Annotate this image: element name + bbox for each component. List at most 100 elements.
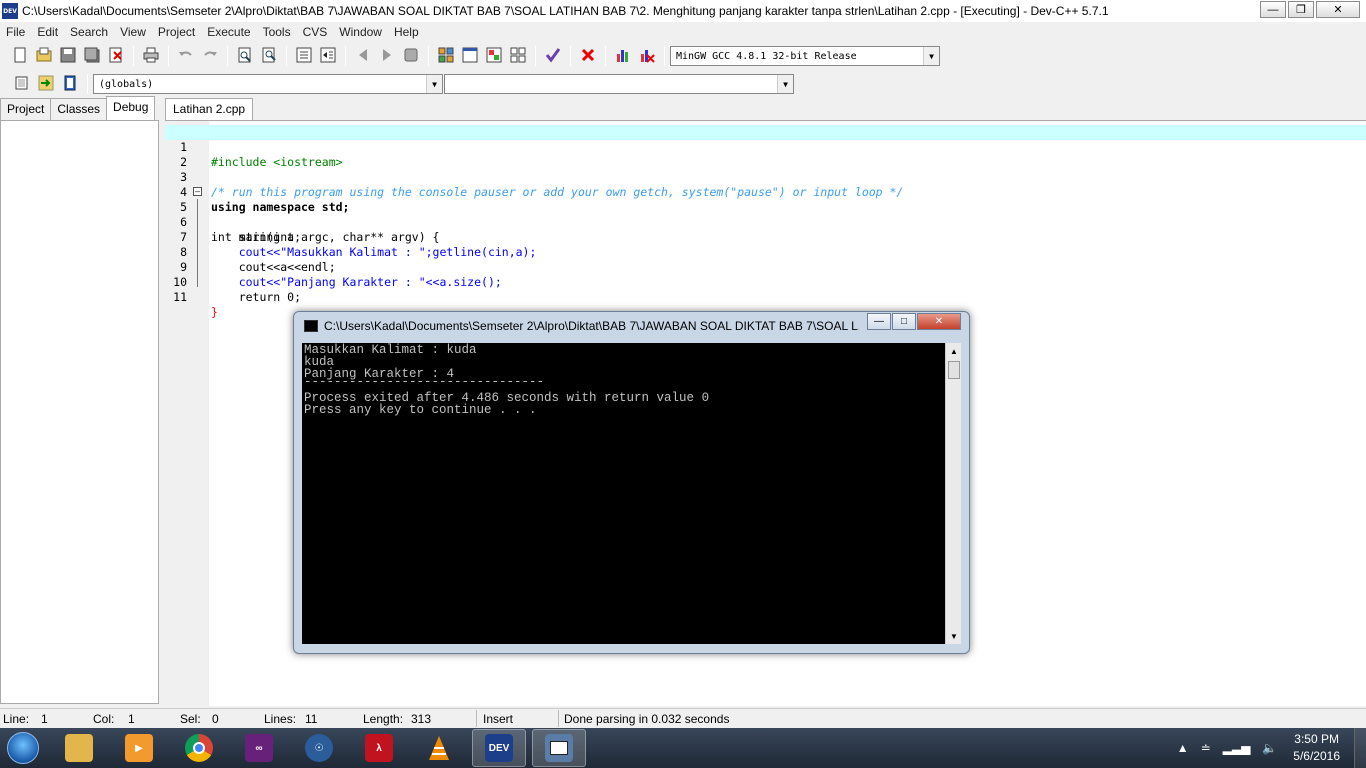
menu-help[interactable]: Help bbox=[388, 25, 425, 39]
toggle-fullscreen-button[interactable] bbox=[460, 46, 480, 66]
stop-execution-button[interactable] bbox=[578, 46, 598, 66]
code-line[interactable]: 10 return 0; bbox=[165, 260, 1366, 304]
menu-file[interactable]: File bbox=[0, 25, 31, 39]
taskbar-pdf-reader[interactable]: λ bbox=[352, 729, 406, 767]
insert-button[interactable] bbox=[12, 74, 32, 94]
show-desktop-button[interactable] bbox=[1354, 728, 1366, 768]
goto-line-button[interactable] bbox=[401, 46, 421, 66]
scope-select[interactable]: (globals) ▼ bbox=[93, 74, 443, 94]
console-maximize-button[interactable]: □ bbox=[892, 313, 916, 330]
taskbar-devcpp[interactable]: DEV bbox=[472, 729, 526, 767]
project-options-button[interactable] bbox=[484, 46, 504, 66]
taskbar-chrome[interactable] bbox=[172, 729, 226, 767]
menu-bar: File Edit Search View Project Execute To… bbox=[0, 22, 1366, 42]
toolbar-separator bbox=[227, 46, 228, 66]
open-file-button[interactable] bbox=[34, 46, 54, 66]
save-all-icon bbox=[84, 47, 100, 66]
compiler-select[interactable]: MinGW GCC 4.8.1 32-bit Release ▼ bbox=[670, 46, 940, 66]
code-line[interactable]: 2 bbox=[165, 140, 1366, 169]
symbol-select[interactable]: ▼ bbox=[444, 74, 794, 94]
minimize-button[interactable]: — bbox=[1260, 1, 1286, 18]
clock[interactable]: 3:50 PM 5/6/2016 bbox=[1293, 731, 1340, 765]
clock-time: 3:50 PM bbox=[1294, 732, 1339, 746]
syntax-check-button[interactable] bbox=[543, 46, 563, 66]
taskbar-media-player[interactable]: ▶ bbox=[112, 729, 166, 767]
menu-window[interactable]: Window bbox=[333, 25, 388, 39]
scroll-down-icon[interactable]: ▼ bbox=[946, 628, 962, 644]
menu-execute[interactable]: Execute bbox=[201, 25, 256, 39]
menu-edit[interactable]: Edit bbox=[31, 25, 64, 39]
find-icon bbox=[237, 47, 253, 66]
redo-button[interactable] bbox=[200, 46, 220, 66]
menu-tools[interactable]: Tools bbox=[257, 25, 297, 39]
find-button[interactable] bbox=[235, 46, 255, 66]
taskbar-visual-studio[interactable]: ∞ bbox=[232, 729, 286, 767]
taskbar-console[interactable] bbox=[532, 729, 586, 767]
code-line[interactable]: 9 cout<<"Panjang Karakter : "<<a.size(); bbox=[165, 245, 1366, 289]
taskbar-explorer[interactable] bbox=[52, 729, 106, 767]
console-scrollbar[interactable]: ▲ ▼ bbox=[945, 343, 961, 644]
tab-classes[interactable]: Classes bbox=[50, 98, 108, 120]
menu-view[interactable]: View bbox=[114, 25, 152, 39]
toggle-bookmark-button[interactable] bbox=[353, 46, 373, 66]
new-file-button[interactable] bbox=[10, 46, 30, 66]
indent-button[interactable] bbox=[294, 46, 314, 66]
close-button[interactable]: ✕ bbox=[1316, 1, 1360, 18]
save-all-button[interactable] bbox=[82, 46, 102, 66]
print-button[interactable] bbox=[141, 46, 161, 66]
chevron-down-icon[interactable]: ▼ bbox=[426, 75, 442, 93]
devcpp-app-icon[interactable]: DEV bbox=[2, 3, 18, 19]
code-line[interactable]: 3 /* run this program using the console … bbox=[165, 155, 1366, 199]
left-panel-tabs: Project Classes Debug bbox=[0, 96, 160, 120]
tab-latihan-2-cpp[interactable]: Latihan 2.cpp bbox=[165, 98, 254, 120]
code-line[interactable]: 11 } bbox=[165, 275, 1366, 319]
menu-project[interactable]: Project bbox=[152, 25, 201, 39]
toolbar-separator bbox=[87, 74, 88, 94]
visual-studio-icon: ∞ bbox=[245, 734, 273, 762]
menu-cvs[interactable]: CVS bbox=[297, 25, 334, 39]
undo-button[interactable] bbox=[176, 46, 196, 66]
class-browser-button[interactable] bbox=[508, 46, 528, 66]
taskbar-network[interactable]: ☉ bbox=[292, 729, 346, 767]
goto-declaration-button[interactable] bbox=[36, 74, 56, 94]
volume-icon[interactable]: 🔈 bbox=[1262, 741, 1277, 755]
code-line[interactable]: 7 cout<<"Masukkan Kalimat : ";getline(ci… bbox=[165, 215, 1366, 259]
goto-definition-button[interactable] bbox=[60, 74, 80, 94]
save-button[interactable] bbox=[58, 46, 78, 66]
maximize-button[interactable]: ❐ bbox=[1288, 1, 1314, 18]
goto-bookmark-button[interactable] bbox=[377, 46, 397, 66]
close-file-button[interactable] bbox=[106, 46, 126, 66]
scroll-up-icon[interactable]: ▲ bbox=[946, 343, 962, 359]
code-line[interactable]: 5 – int main(int argc, char** argv) { bbox=[165, 185, 1366, 244]
console-window[interactable]: C:\Users\Kadal\Documents\Semseter 2\Alpr… bbox=[293, 311, 970, 654]
new-project-button[interactable] bbox=[436, 46, 456, 66]
chevron-down-icon[interactable]: ▼ bbox=[923, 47, 939, 65]
console-minimize-button[interactable]: — bbox=[867, 313, 891, 330]
code-line[interactable]: 1 #include <iostream> bbox=[165, 125, 1366, 169]
red-x-icon bbox=[580, 47, 596, 66]
fold-collapse-icon[interactable]: – bbox=[193, 187, 202, 196]
wifi-icon[interactable]: ≐ bbox=[1201, 741, 1211, 755]
editor-tabs: Latihan 2.cpp bbox=[165, 98, 254, 120]
toolbar-separator bbox=[133, 46, 134, 66]
console-title-bar[interactable]: C:\Users\Kadal\Documents\Semseter 2\Alpr… bbox=[294, 312, 969, 340]
tab-debug[interactable]: Debug bbox=[106, 96, 156, 120]
goto-bookmark-icon bbox=[379, 47, 395, 66]
code-line[interactable]: 6 string a; bbox=[165, 200, 1366, 244]
start-button[interactable] bbox=[0, 728, 46, 768]
show-hidden-icons-icon[interactable]: ▲ bbox=[1177, 741, 1189, 755]
console-output[interactable]: Masukkan Kalimat : kuda kuda Panjang Kar… bbox=[302, 343, 945, 644]
code-line[interactable]: 4 using namespace std; bbox=[165, 170, 1366, 214]
menu-search[interactable]: Search bbox=[64, 25, 114, 39]
console-close-button[interactable]: ✕ bbox=[917, 313, 961, 330]
profile-button[interactable] bbox=[613, 46, 633, 66]
code-line[interactable]: 8 cout<<a<<endl; bbox=[165, 230, 1366, 274]
replace-button[interactable] bbox=[259, 46, 279, 66]
delete-profile-button[interactable] bbox=[637, 46, 657, 66]
taskbar-vlc[interactable] bbox=[412, 729, 466, 767]
chevron-down-icon[interactable]: ▼ bbox=[777, 75, 793, 93]
signal-icon[interactable]: ▂▃▅ bbox=[1223, 741, 1251, 755]
scroll-thumb[interactable] bbox=[948, 361, 960, 379]
unindent-button[interactable] bbox=[318, 46, 338, 66]
tab-project[interactable]: Project bbox=[0, 98, 52, 120]
